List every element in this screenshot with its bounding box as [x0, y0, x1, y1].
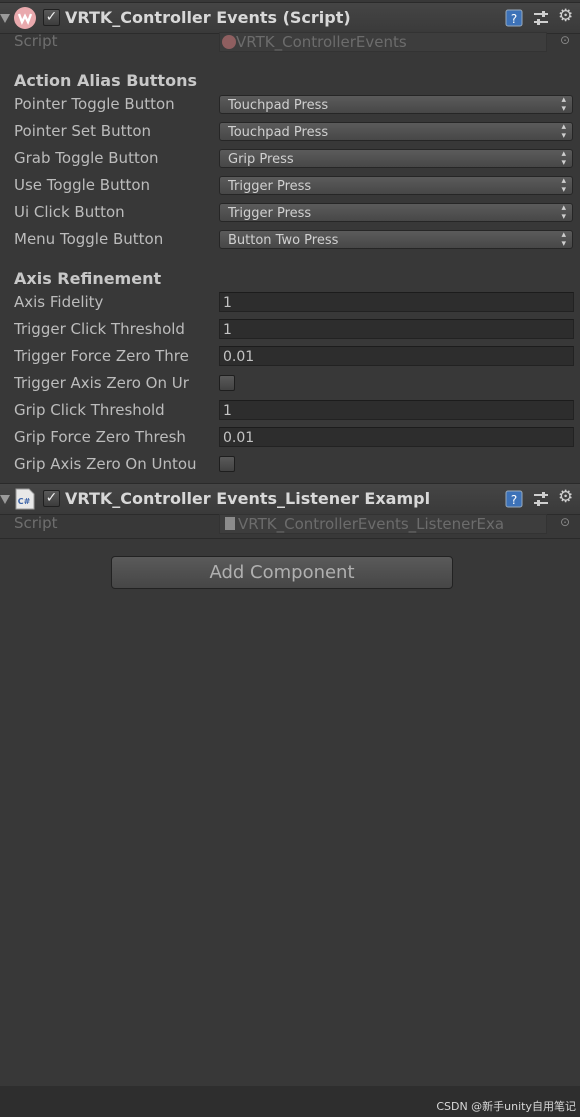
dropdown-arrows-icon: ▴ ▾ [561, 122, 566, 141]
watermark: CSDN @新手unity自用笔记 [436, 1100, 576, 1113]
label-pointer-toggle-button: Pointer Toggle Button [14, 95, 175, 113]
component-header-controller-events[interactable]: ✓ VRTK_Controller Events (Script) ? ⚙ [0, 2, 580, 34]
script-object-field[interactable]: VRTK_ControllerEvents [219, 32, 547, 52]
script-object-value: VRTK_ControllerEvents_ListenerExa [238, 515, 505, 533]
checkbox-grip-axis-zero-on-untouch[interactable] [219, 456, 235, 472]
svg-text:C#: C# [18, 497, 31, 506]
dropdown-value: Touchpad Press [228, 125, 329, 140]
dropdown-value: Button Two Press [228, 233, 339, 248]
script-label: Script [14, 32, 58, 50]
add-component-button[interactable]: Add Component [111, 556, 453, 589]
label-use-toggle-button: Use Toggle Button [14, 176, 151, 194]
dropdown-pointer-toggle-button[interactable]: Touchpad Press ▴ ▾ [219, 95, 573, 114]
checkbox-trigger-axis-zero-on-untouch[interactable] [219, 375, 235, 391]
section-action-alias-buttons: Action Alias Buttons [14, 71, 197, 90]
foldout-arrow-icon[interactable] [0, 495, 10, 504]
label-axis-fidelity: Axis Fidelity [14, 293, 104, 311]
svg-text:?: ? [511, 493, 517, 507]
dropdown-value: Grip Press [228, 152, 294, 167]
svg-text:?: ? [511, 12, 517, 26]
label-grip-click-threshold: Grip Click Threshold [14, 401, 165, 419]
script-object-field[interactable]: VRTK_ControllerEvents_ListenerExa [219, 514, 547, 534]
label-trigger-axis-zero-on-untouch: Trigger Axis Zero On Ur [14, 374, 189, 392]
component-title: VRTK_Controller Events (Script) [65, 8, 351, 27]
label-ui-click-button: Ui Click Button [14, 203, 125, 221]
divider [0, 538, 580, 539]
field-axis-fidelity[interactable]: 1 [219, 292, 574, 312]
vrtk-logo-icon [14, 7, 36, 29]
dropdown-value: Touchpad Press [228, 98, 329, 113]
dropdown-use-toggle-button[interactable]: Trigger Press ▴ ▾ [219, 176, 573, 195]
label-grip-force-zero-threshold: Grip Force Zero Thresh [14, 428, 186, 446]
foldout-arrow-icon[interactable] [0, 14, 10, 23]
script-object-value: VRTK_ControllerEvents [236, 33, 407, 51]
dropdown-pointer-set-button[interactable]: Touchpad Press ▴ ▾ [219, 122, 573, 141]
dropdown-arrows-icon: ▴ ▾ [561, 176, 566, 195]
dropdown-ui-click-button[interactable]: Trigger Press ▴ ▾ [219, 203, 573, 222]
object-picker-icon[interactable]: ⊙ [560, 515, 570, 529]
dropdown-arrows-icon: ▴ ▾ [561, 149, 566, 168]
dropdown-arrows-icon: ▴ ▾ [561, 203, 566, 222]
field-grip-force-zero-threshold[interactable]: 0.01 [219, 427, 574, 447]
component-header-listener-example[interactable]: C# ✓ VRTK_Controller Events_Listener Exa… [0, 483, 580, 515]
dropdown-value: Trigger Press [228, 206, 312, 221]
object-picker-icon[interactable]: ⊙ [560, 33, 570, 47]
label-pointer-set-button: Pointer Set Button [14, 122, 152, 140]
label-trigger-force-zero-threshold: Trigger Force Zero Thre [14, 347, 189, 365]
dropdown-arrows-icon: ▴ ▾ [561, 230, 566, 249]
component-enabled-checkbox[interactable]: ✓ [43, 9, 60, 26]
help-book-icon[interactable]: ? [505, 490, 523, 508]
vrtk-logo-icon [222, 35, 236, 49]
label-trigger-click-threshold: Trigger Click Threshold [14, 320, 185, 338]
component-enabled-checkbox[interactable]: ✓ [43, 490, 60, 507]
dropdown-value: Trigger Press [228, 179, 312, 194]
dropdown-arrows-icon: ▴ ▾ [561, 95, 566, 114]
csharp-script-icon [225, 517, 235, 530]
gear-icon[interactable]: ⚙ [558, 487, 573, 507]
field-trigger-click-threshold[interactable]: 1 [219, 319, 574, 339]
label-grip-axis-zero-on-untouch: Grip Axis Zero On Untou [14, 455, 197, 473]
field-trigger-force-zero-threshold[interactable]: 0.01 [219, 346, 574, 366]
label-menu-toggle-button: Menu Toggle Button [14, 230, 164, 248]
preset-sliders-icon[interactable] [532, 490, 550, 508]
preset-sliders-icon[interactable] [532, 9, 550, 27]
field-grip-click-threshold[interactable]: 1 [219, 400, 574, 420]
dropdown-grab-toggle-button[interactable]: Grip Press ▴ ▾ [219, 149, 573, 168]
csharp-script-icon: C# [15, 488, 35, 510]
help-book-icon[interactable]: ? [505, 9, 523, 27]
gear-icon[interactable]: ⚙ [558, 6, 573, 26]
dropdown-menu-toggle-button[interactable]: Button Two Press ▴ ▾ [219, 230, 573, 249]
label-grab-toggle-button: Grab Toggle Button [14, 149, 159, 167]
script-label: Script [14, 514, 58, 532]
section-axis-refinement: Axis Refinement [14, 269, 162, 288]
component-title: VRTK_Controller Events_Listener Exampl [65, 489, 431, 508]
